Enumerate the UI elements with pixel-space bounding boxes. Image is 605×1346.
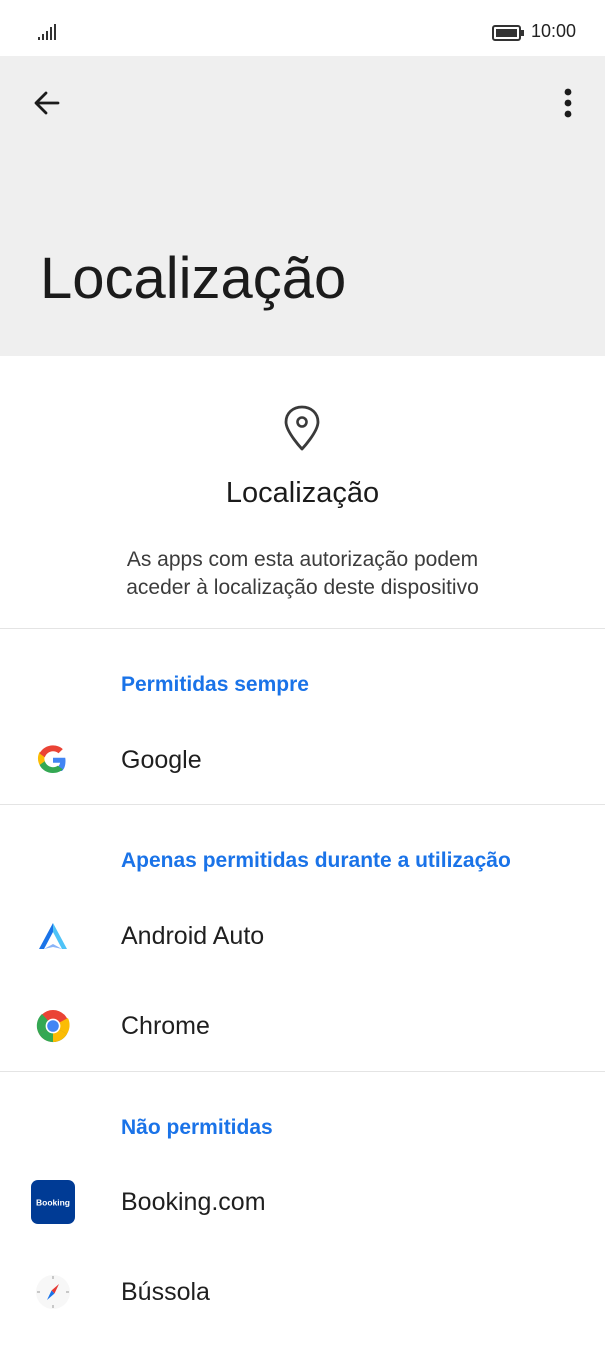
permission-title: Localização	[225, 477, 380, 509]
booking-icon: Booking	[31, 1180, 75, 1224]
permission-description-line2: aceder à localização deste dispositivo	[126, 576, 479, 599]
page-title: Localização	[40, 246, 347, 311]
compass-icon	[36, 1275, 70, 1309]
app-bar	[0, 56, 605, 356]
app-row-chrome[interactable]: Chrome	[0, 988, 605, 1064]
location-pin-icon	[284, 405, 320, 451]
section-title-always: Permitidas sempre	[121, 673, 309, 696]
app-label-android-auto: Android Auto	[121, 922, 265, 950]
more-options-icon[interactable]	[552, 84, 584, 122]
app-label-booking: Booking.com	[121, 1188, 266, 1216]
app-label-chrome: Chrome	[121, 1012, 210, 1040]
permission-description-line1: As apps com esta autorização podem	[126, 548, 479, 571]
status-time: 10:00	[531, 21, 577, 41]
divider	[0, 1071, 605, 1072]
app-row-booking[interactable]: Booking Booking.com	[0, 1164, 605, 1240]
permission-description: As apps com esta autorização podem acede…	[60, 546, 545, 602]
booking-icon-text: Booking	[36, 1198, 70, 1208]
android-auto-icon	[39, 923, 67, 949]
app-row-android-auto[interactable]: Android Auto	[0, 898, 605, 974]
battery-icon	[492, 25, 524, 41]
divider	[0, 804, 605, 805]
divider	[0, 628, 605, 629]
app-row-google[interactable]: Google	[0, 722, 605, 798]
section-title-denied: Não permitidas	[121, 1116, 273, 1139]
chrome-icon	[36, 1010, 70, 1043]
google-icon	[37, 745, 66, 773]
app-label-compass: Bússola	[121, 1278, 210, 1306]
section-title-while-using: Apenas permitidas durante a utilização	[121, 849, 511, 872]
app-label-google: Google	[121, 746, 202, 774]
status-bar: 10:00	[0, 0, 605, 56]
back-arrow-icon[interactable]	[28, 84, 66, 122]
app-row-compass[interactable]: Bússola	[0, 1254, 605, 1330]
signal-icon	[38, 24, 56, 40]
